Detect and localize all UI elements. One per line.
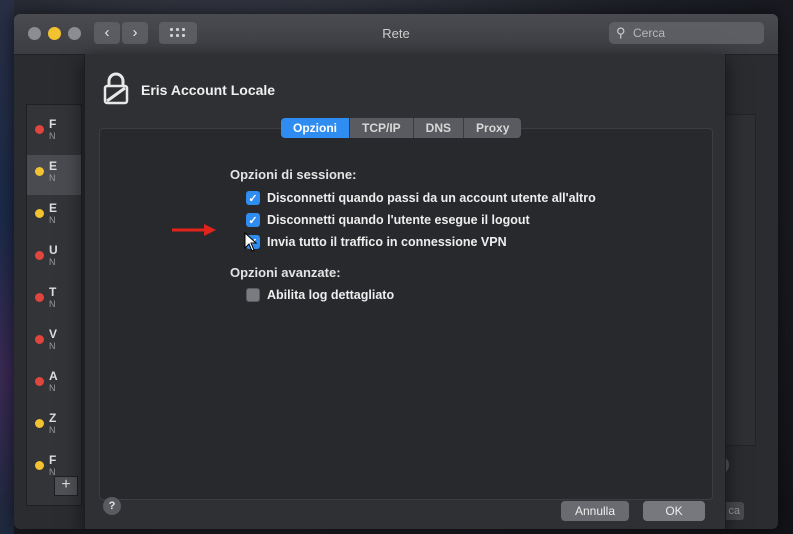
option-disconnect-switch-user[interactable]: ✓ Disconnetti quando passi da un account… xyxy=(246,189,596,207)
sheet-title: Eris Account Locale xyxy=(141,82,276,98)
service-list-item[interactable]: ZN xyxy=(27,407,81,447)
advanced-options-sheet: Eris Account Locale Opzioni TCP/IP DNS P… xyxy=(84,54,726,529)
service-status: N xyxy=(49,131,56,141)
service-list-item[interactable]: VN xyxy=(27,323,81,363)
status-dot-icon xyxy=(35,461,44,470)
network-preferences-window: ‹ › Rete ⚲ Cerca FNENENUNTNVNANZNFN + ? … xyxy=(14,14,778,529)
option-disconnect-logout[interactable]: ✓ Disconnetti quando l'utente esegue il … xyxy=(246,211,530,229)
service-list-item[interactable]: TN xyxy=(27,281,81,321)
service-list-item[interactable]: FN xyxy=(27,113,81,153)
tab-proxy[interactable]: Proxy xyxy=(464,118,522,138)
service-list-item[interactable]: EN xyxy=(27,155,81,195)
service-name: U xyxy=(49,243,58,257)
service-status: N xyxy=(49,257,56,267)
service-status: N xyxy=(49,173,56,183)
mouse-cursor-icon xyxy=(244,232,258,252)
service-status: N xyxy=(49,425,56,435)
option-label: Disconnetti quando passi da un account u… xyxy=(267,191,596,205)
service-status: N xyxy=(49,215,56,225)
lock-icon xyxy=(103,72,129,105)
service-name: E xyxy=(49,159,58,173)
search-placeholder: Cerca xyxy=(633,26,666,40)
service-name: A xyxy=(49,369,58,383)
search-field[interactable]: ⚲ Cerca xyxy=(609,22,764,44)
status-dot-icon xyxy=(35,419,44,428)
service-status: N xyxy=(49,341,56,351)
status-dot-icon xyxy=(35,167,44,176)
checkbox-checked[interactable]: ✓ xyxy=(246,213,260,227)
service-list-item[interactable]: UN xyxy=(27,239,81,279)
options-panel: Opzioni di sessione: ✓ Disconnetti quand… xyxy=(99,128,713,500)
checkmark-icon: ✓ xyxy=(248,214,258,227)
status-dot-icon xyxy=(35,293,44,302)
ok-button[interactable]: OK xyxy=(643,501,705,521)
service-status: N xyxy=(49,383,56,393)
service-name: T xyxy=(49,285,57,299)
status-dot-icon xyxy=(35,125,44,134)
option-label: Disconnetti quando l'utente esegue il lo… xyxy=(267,213,530,227)
checkmark-icon: ✓ xyxy=(248,192,258,205)
help-button[interactable]: ? xyxy=(103,497,121,515)
status-dot-icon xyxy=(35,377,44,386)
search-icon: ⚲ xyxy=(616,25,626,40)
service-name: E xyxy=(49,201,58,215)
service-name: Z xyxy=(49,411,57,425)
session-options-heading: Opzioni di sessione: xyxy=(230,167,357,182)
option-verbose-logging[interactable]: Abilita log dettagliato xyxy=(246,286,394,304)
titlebar: ‹ › Rete ⚲ Cerca xyxy=(14,14,778,55)
service-list-item[interactable]: AN xyxy=(27,365,81,405)
add-service-button[interactable]: + xyxy=(54,476,78,496)
status-dot-icon xyxy=(35,335,44,344)
tab-tcpip[interactable]: TCP/IP xyxy=(350,118,414,138)
tab-dns[interactable]: DNS xyxy=(413,118,465,138)
desktop-background xyxy=(0,0,14,534)
option-label: Abilita log dettagliato xyxy=(267,288,395,302)
advanced-options-heading: Opzioni avanzate: xyxy=(230,265,341,280)
service-list[interactable]: FNENENUNTNVNANZNFN xyxy=(26,104,82,506)
service-list-item[interactable]: EN xyxy=(27,197,81,237)
status-dot-icon xyxy=(35,209,44,218)
service-name: F xyxy=(49,453,57,467)
checkbox-unchecked[interactable] xyxy=(246,288,260,302)
service-name: F xyxy=(49,117,57,131)
cancel-button[interactable]: Annulla xyxy=(561,501,629,521)
option-label: Invia tutto il traffico in connessione V… xyxy=(267,235,507,249)
service-name: V xyxy=(49,327,58,341)
option-send-all-traffic-vpn[interactable]: ✓ Invia tutto il traffico in connessione… xyxy=(246,233,507,251)
red-arrow-annotation xyxy=(172,224,216,236)
status-dot-icon xyxy=(35,251,44,260)
tab-opzioni[interactable]: Opzioni xyxy=(281,118,350,138)
checkbox-checked[interactable]: ✓ xyxy=(246,191,260,205)
tab-bar: Opzioni TCP/IP DNS Proxy xyxy=(281,118,522,138)
service-status: N xyxy=(49,299,56,309)
